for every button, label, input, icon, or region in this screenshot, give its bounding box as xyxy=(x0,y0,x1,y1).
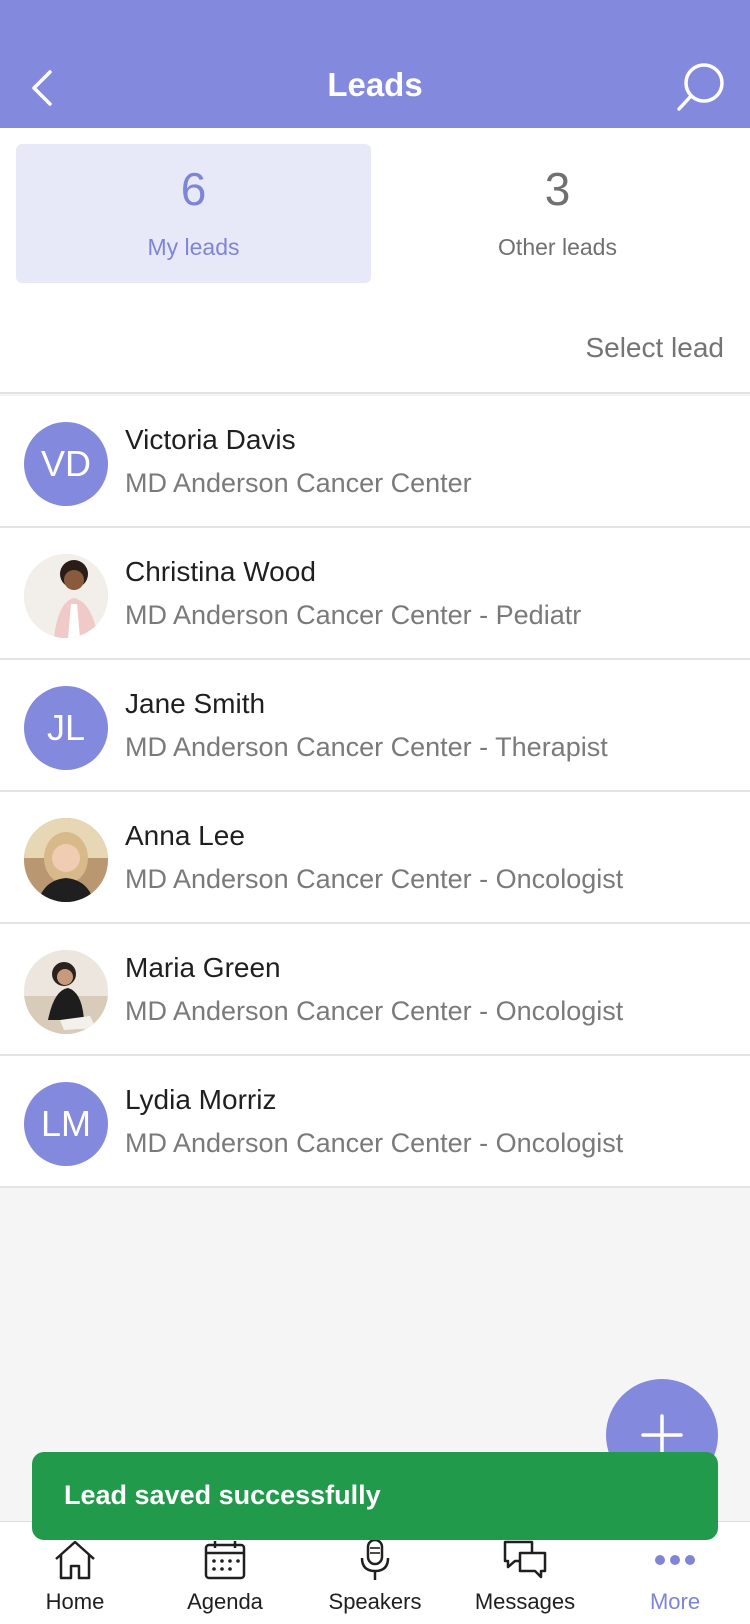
lead-list: VD Victoria Davis MD Anderson Cancer Cen… xyxy=(0,396,750,1188)
toast-notification: Lead saved successfully xyxy=(32,1452,718,1540)
tab-other-leads[interactable]: 3 Other leads xyxy=(380,144,735,283)
other-leads-count: 3 xyxy=(544,163,571,215)
avatar-photo xyxy=(24,818,108,902)
lead-row[interactable]: VD Victoria Davis MD Anderson Cancer Cen… xyxy=(0,396,750,528)
lead-name: Christina Wood xyxy=(125,556,316,587)
other-leads-label: Other leads xyxy=(498,234,617,260)
select-bar: Select lead xyxy=(0,300,750,394)
nav-speakers-label: Speakers xyxy=(328,1589,422,1614)
lead-row[interactable]: Christina Wood MD Anderson Cancer Center… xyxy=(0,528,750,660)
avatar-photo xyxy=(24,950,108,1034)
lead-name: Anna Lee xyxy=(125,820,245,851)
nav-messages-label: Messages xyxy=(474,1589,576,1614)
app-header: Leads xyxy=(0,0,750,128)
lead-row[interactable]: Maria Green MD Anderson Cancer Center - … xyxy=(0,924,750,1056)
lead-organization: MD Anderson Cancer Center - Oncologist xyxy=(125,996,624,1026)
search-button[interactable] xyxy=(674,60,728,114)
my-leads-count: 6 xyxy=(180,163,207,215)
lead-organization: MD Anderson Cancer Center - Oncologist xyxy=(125,864,624,894)
search-icon xyxy=(677,63,724,111)
nav-more-label: More xyxy=(649,1589,701,1614)
avatar: VD xyxy=(24,422,108,506)
avatar: LM xyxy=(24,1082,108,1166)
page-title: Leads xyxy=(327,66,423,103)
calendar-icon xyxy=(195,1536,255,1584)
avatar: JL xyxy=(24,686,108,770)
lead-name: Jane Smith xyxy=(125,688,266,719)
more-dots-icon xyxy=(645,1536,705,1584)
nav-agenda-label: Agenda xyxy=(187,1589,263,1614)
lead-tabs: 6 My leads 3 Other leads xyxy=(0,128,750,300)
chat-bubbles-icon xyxy=(495,1536,555,1584)
select-lead-button[interactable]: Select lead xyxy=(585,332,724,364)
toast-message: Lead saved successfully xyxy=(64,1480,381,1510)
lead-row[interactable]: Anna Lee MD Anderson Cancer Center - Onc… xyxy=(0,792,750,924)
nav-home-label: Home xyxy=(45,1589,105,1614)
avatar-photo xyxy=(24,554,108,638)
my-leads-label: My leads xyxy=(147,234,240,260)
lead-organization: MD Anderson Cancer Center - Pediatr xyxy=(125,600,582,630)
lead-row[interactable]: JL Jane Smith MD Anderson Cancer Center … xyxy=(0,660,750,792)
home-icon xyxy=(45,1536,105,1584)
lead-organization: MD Anderson Cancer Center - Oncologist xyxy=(125,1128,624,1158)
lead-name: Lydia Morriz xyxy=(125,1084,277,1115)
lead-organization: MD Anderson Cancer Center - Therapist xyxy=(125,732,608,762)
lead-name: Victoria Davis xyxy=(125,424,296,455)
lead-organization: MD Anderson Cancer Center xyxy=(125,468,472,498)
lead-name: Maria Green xyxy=(125,952,281,983)
microphone-icon xyxy=(345,1536,405,1584)
tab-my-leads[interactable]: 6 My leads xyxy=(16,144,371,283)
lead-row[interactable]: LM Lydia Morriz MD Anderson Cancer Cente… xyxy=(0,1056,750,1188)
